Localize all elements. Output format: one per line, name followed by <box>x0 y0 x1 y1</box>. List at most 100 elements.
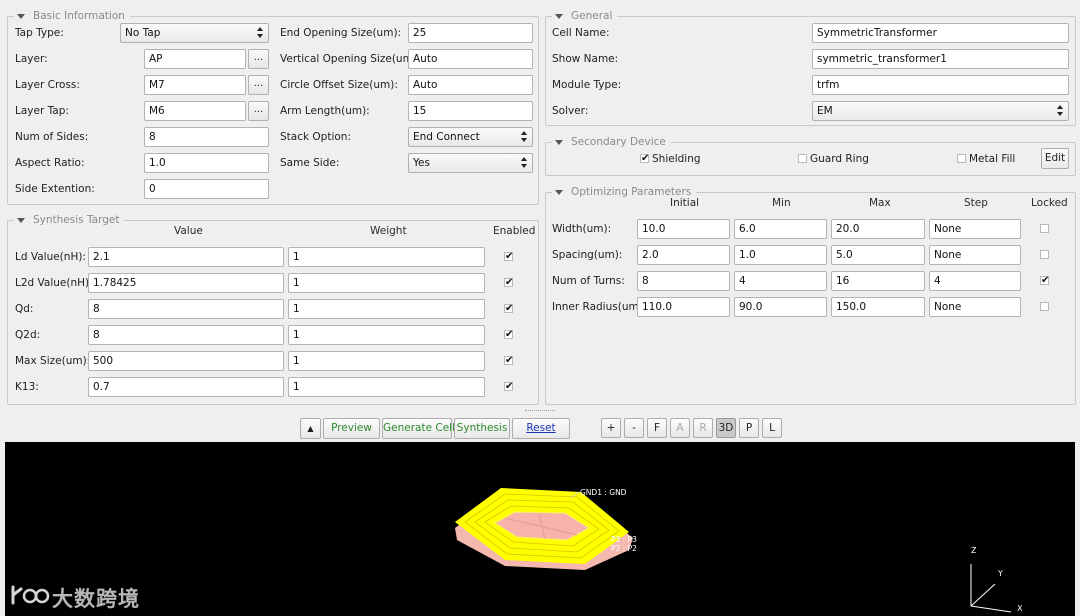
fit-view-button[interactable]: F <box>647 418 667 438</box>
optimizing-col-max: Max <box>869 197 891 209</box>
p-view-button[interactable]: P <box>739 418 759 438</box>
stack-option-select[interactable]: End Connect <box>408 127 533 147</box>
cell-name-field[interactable]: SymmetricTransformer <box>812 23 1069 43</box>
optimizing-step-field[interactable]: None <box>929 297 1021 317</box>
module-type-label: Module Type: <box>552 79 622 91</box>
synthesis-weight-field[interactable]: 1 <box>288 325 485 345</box>
guard-ring-checkbox[interactable] <box>798 154 807 163</box>
watermark-text: 大数跨境 <box>52 587 140 611</box>
synthesis-enabled-checkbox[interactable]: ✔ <box>504 382 513 392</box>
synthesis-enabled-checkbox[interactable]: ✔ <box>504 278 513 288</box>
circle-offset-label: Circle Offset Size(um): <box>280 79 398 91</box>
synthesis-enabled-checkbox[interactable]: ✔ <box>504 330 513 340</box>
generate-cell-button[interactable]: Generate Cell <box>382 418 455 439</box>
preview-button[interactable]: Preview <box>323 418 380 439</box>
layer-tap-browse-button[interactable]: ... <box>248 101 269 121</box>
synthesis-button[interactable]: Synthesis <box>454 418 510 439</box>
optimizing-max-field[interactable]: 20.0 <box>831 219 925 239</box>
show-name-field[interactable]: symmetric_transformer1 <box>812 49 1069 69</box>
solver-label: Solver: <box>552 105 589 117</box>
optimizing-max-field[interactable]: 5.0 <box>831 245 925 265</box>
side-extention-label: Side Extention: <box>15 183 95 195</box>
arm-length-field[interactable]: 15 <box>408 101 533 121</box>
optimizing-min-field[interactable]: 6.0 <box>734 219 827 239</box>
r-view-button[interactable]: R <box>693 418 713 438</box>
collapse-triangle-icon <box>17 13 25 19</box>
same-side-select[interactable]: Yes <box>408 153 533 173</box>
optimizing-max-field[interactable]: 150.0 <box>831 297 925 317</box>
layer-field[interactable]: AP <box>144 49 246 69</box>
stack-option-label: Stack Option: <box>280 131 351 143</box>
synthesis-col-enabled: Enabled <box>493 225 536 237</box>
edit-button[interactable]: Edit <box>1041 148 1069 169</box>
a-view-button[interactable]: A <box>670 418 690 438</box>
optimizing-initial-field[interactable]: 8 <box>637 271 730 291</box>
optimizing-locked-checkbox[interactable]: ✔ <box>1040 276 1049 286</box>
num-sides-field[interactable]: 8 <box>144 127 269 147</box>
optimizing-step-field[interactable]: 4 <box>929 271 1021 291</box>
aspect-ratio-field[interactable]: 1.0 <box>144 153 269 173</box>
optimizing-initial-field[interactable]: 2.0 <box>637 245 730 265</box>
optimizing-step-field[interactable]: None <box>929 245 1021 265</box>
optimizing-min-field[interactable]: 90.0 <box>734 297 827 317</box>
optimizing-locked-checkbox[interactable] <box>1040 302 1049 311</box>
module-type-field[interactable]: trfm <box>812 75 1069 95</box>
collapse-panel-button[interactable]: ▲ <box>300 418 321 439</box>
optimizing-row-label: Width(um): <box>552 223 612 235</box>
synthesis-enabled-checkbox[interactable]: ✔ <box>504 304 513 314</box>
synthesis-value-field[interactable]: 0.7 <box>88 377 284 397</box>
l-view-button[interactable]: L <box>762 418 782 438</box>
layer-tap-field[interactable]: M6 <box>144 101 246 121</box>
synthesis-value-field[interactable]: 8 <box>88 299 284 319</box>
layer-cross-browse-button[interactable]: ... <box>248 75 269 95</box>
general-title[interactable]: General <box>552 10 618 23</box>
synthesis-enabled-checkbox[interactable]: ✔ <box>504 356 513 366</box>
metal-fill-label: Metal Fill <box>969 153 1016 165</box>
same-side-label: Same Side: <box>280 157 340 169</box>
synthesis-target-title[interactable]: Synthesis Target <box>14 214 125 227</box>
zoom-out-button[interactable]: - <box>624 418 644 438</box>
end-opening-field[interactable]: 25 <box>408 23 533 43</box>
synthesis-value-field[interactable]: 1.78425 <box>88 273 284 293</box>
solver-select[interactable]: EM <box>812 101 1069 121</box>
synthesis-weight-field[interactable]: 1 <box>288 247 485 267</box>
optimizing-initial-field[interactable]: 110.0 <box>637 297 730 317</box>
collapse-triangle-icon <box>17 217 25 223</box>
basic-information-title[interactable]: Basic Information <box>14 10 130 23</box>
side-extention-field[interactable]: 0 <box>144 179 269 199</box>
secondary-device-title[interactable]: Secondary Device <box>552 136 671 149</box>
optimizing-min-field[interactable]: 4 <box>734 271 827 291</box>
synthesis-value-field[interactable]: 2.1 <box>88 247 284 267</box>
zoom-in-button[interactable]: + <box>601 418 621 438</box>
synthesis-weight-field[interactable]: 1 <box>288 351 485 371</box>
shielding-checkbox[interactable]: ✔ <box>640 154 649 164</box>
view-3d-button[interactable]: 3D <box>716 418 736 438</box>
synthesis-weight-field[interactable]: 1 <box>288 299 485 319</box>
optimizing-locked-checkbox[interactable] <box>1040 250 1049 259</box>
tap-type-label: Tap Type: <box>15 27 64 39</box>
layout-3d-viewport[interactable]: GND1 : GND P3 : P3 P2 : P2 Z Y X 大数跨境 <box>5 442 1075 616</box>
synthesis-weight-field[interactable]: 1 <box>288 377 485 397</box>
synthesis-weight-field[interactable]: 1 <box>288 273 485 293</box>
optimizing-step-field[interactable]: None <box>929 219 1021 239</box>
synthesis-value-field[interactable]: 500 <box>88 351 284 371</box>
layer-cross-field[interactable]: M7 <box>144 75 246 95</box>
vertical-opening-field[interactable]: Auto <box>408 49 533 69</box>
circle-offset-field[interactable]: Auto <box>408 75 533 95</box>
shielding-label: Shielding <box>652 153 701 165</box>
optimizing-initial-field[interactable]: 10.0 <box>637 219 730 239</box>
cell-name-label: Cell Name: <box>552 27 610 39</box>
synthesis-value-field[interactable]: 8 <box>88 325 284 345</box>
optimizing-locked-checkbox[interactable] <box>1040 224 1049 233</box>
metal-fill-checkbox[interactable] <box>957 154 966 163</box>
tap-type-select[interactable]: No Tap <box>120 23 269 43</box>
synthesis-row-label: L2d Value(nH): <box>15 277 93 289</box>
optimizing-min-field[interactable]: 1.0 <box>734 245 827 265</box>
layer-browse-button[interactable]: ... <box>248 49 269 69</box>
axis-y-line <box>970 583 996 607</box>
synthesis-row-label: Max Size(um): <box>15 355 91 367</box>
reset-button[interactable]: Reset <box>512 418 570 439</box>
optimizing-max-field[interactable]: 16 <box>831 271 925 291</box>
vertical-opening-label: Vertical Opening Size(um): <box>280 53 421 65</box>
synthesis-enabled-checkbox[interactable]: ✔ <box>504 252 513 262</box>
